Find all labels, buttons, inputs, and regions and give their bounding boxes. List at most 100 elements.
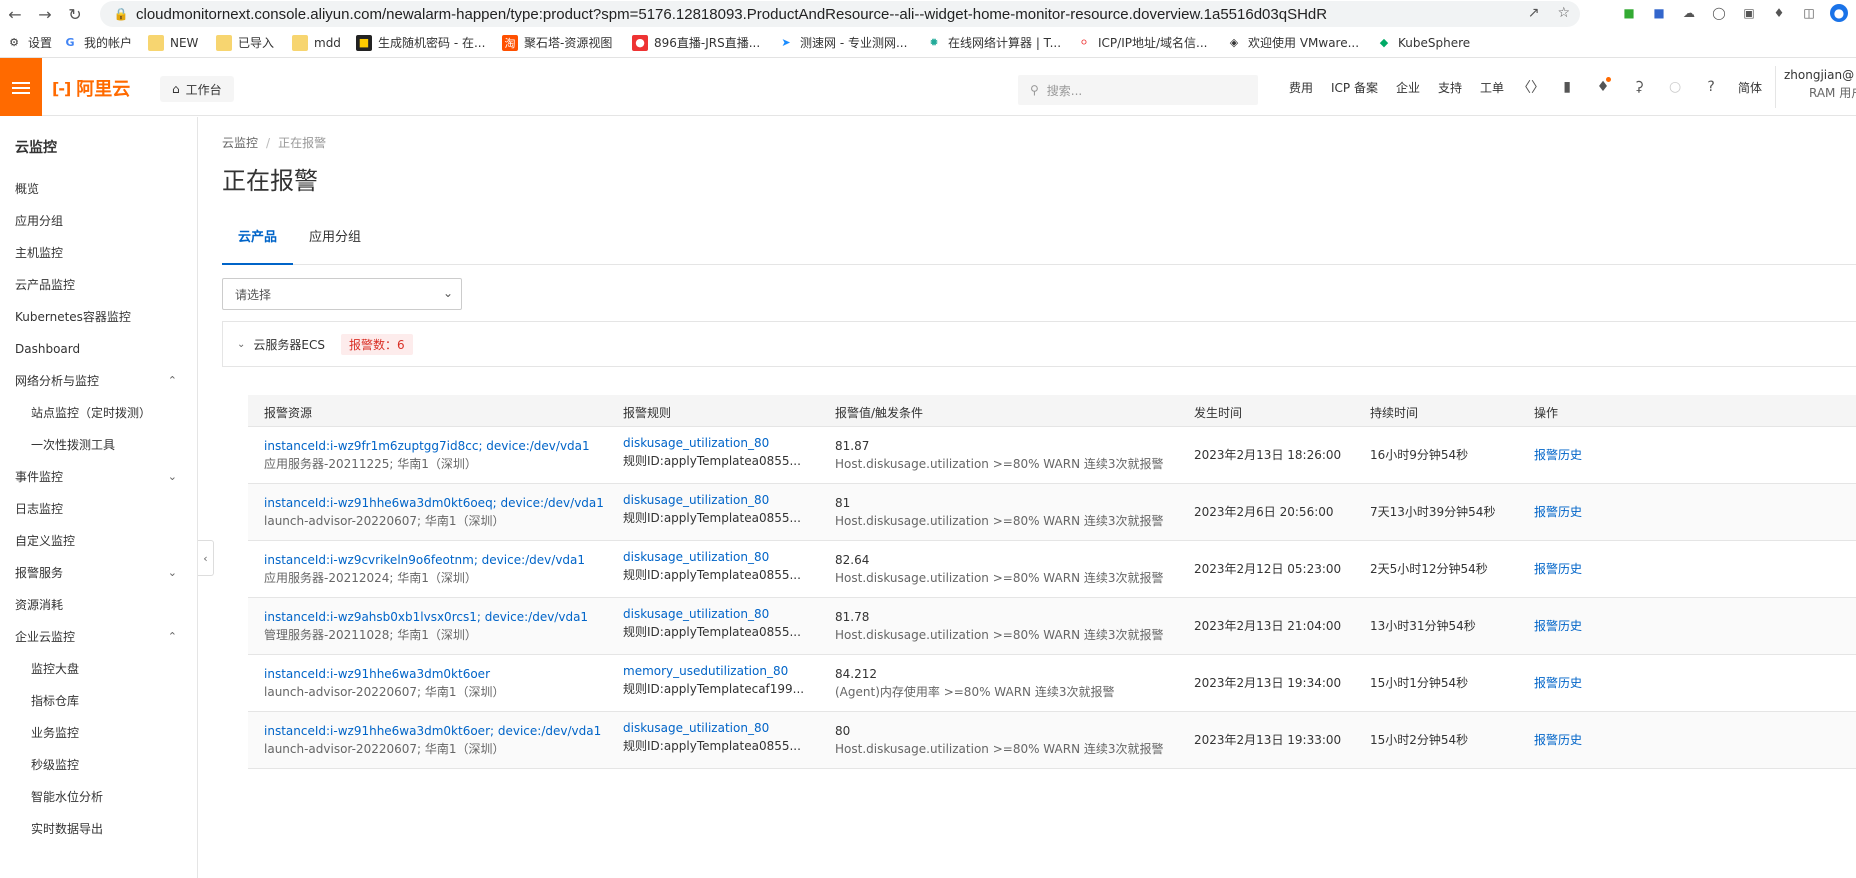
sidebar-item-log-monitor[interactable]: 日志监控	[15, 499, 185, 519]
resource-link[interactable]: instanceId:i-wz9ahsb0xb1lvsx0rcs1; devic…	[264, 608, 588, 626]
bulb-icon[interactable]: ○	[1657, 58, 1693, 116]
rule-link[interactable]: diskusage_utilization_80	[623, 548, 801, 566]
shield-icon[interactable]: ◯	[1710, 4, 1728, 22]
nav-icp[interactable]: ICP 备案	[1322, 79, 1387, 96]
url-bar[interactable]: 🔒 cloudmonitornext.console.aliyun.com/ne…	[100, 1, 1580, 27]
bookmark-item[interactable]: 淘聚石塔-资源视图	[502, 28, 632, 58]
google-icon: G	[65, 36, 75, 49]
cart-icon[interactable]: ⚳	[1621, 58, 1657, 116]
sidebar-item-app-group[interactable]: 应用分组	[15, 211, 185, 231]
column-header: 发生时间	[1194, 406, 1243, 420]
resource-link[interactable]: instanceId:i-wz91hhe6wa3dm0kt6oeq; devic…	[264, 494, 604, 512]
sidebar-item-network[interactable]: 网络分析与监控 ⌃	[15, 371, 185, 391]
resource-link[interactable]: instanceId:i-wz9fr1m6zuptgg7id8cc; devic…	[264, 437, 590, 455]
bell-icon[interactable]: ♦	[1585, 58, 1621, 116]
code-icon[interactable]: 〈〉	[1513, 58, 1549, 116]
puzzle-icon[interactable]: ♦	[1770, 4, 1788, 22]
breadcrumb-item[interactable]: 云监控	[222, 136, 258, 150]
brand-logo[interactable]: [-] 阿里云	[52, 75, 130, 101]
bookmark-item[interactable]: ● 896直播-JRS直播...	[632, 28, 778, 58]
tab-cloud-product[interactable]: 云产品	[222, 223, 294, 265]
alarm-history-link[interactable]: 报警历史	[1534, 674, 1582, 692]
user-menu[interactable]: zhongjian@ RAM 用户	[1775, 66, 1856, 108]
rule-link[interactable]: diskusage_utilization_80	[623, 434, 801, 452]
sidepanel-icon[interactable]: ◫	[1800, 4, 1818, 22]
alarm-history-link[interactable]: 报警历史	[1534, 446, 1582, 464]
sidebar-item-water-level[interactable]: 智能水位分析	[31, 787, 201, 807]
terminal-icon[interactable]: ▮	[1549, 58, 1585, 116]
nav-enterprise[interactable]: 企业	[1387, 79, 1429, 96]
sidebar-item-alarm-service[interactable]: 报警服务 ⌄	[15, 563, 185, 583]
alarm-value: 81.87	[835, 439, 870, 453]
bookmark-item[interactable]: 已导入	[216, 28, 292, 58]
rule-link[interactable]: memory_usedutilization_80	[623, 662, 804, 680]
sidebar-item-event-monitor[interactable]: 事件监控 ⌄	[15, 467, 185, 487]
lock-icon[interactable]: 🔒	[112, 7, 130, 21]
profile-icon[interactable]: ●	[1830, 4, 1848, 22]
alarm-history-link[interactable]: 报警历史	[1534, 560, 1582, 578]
reload-icon[interactable]: ↻	[60, 0, 90, 28]
bookmark-item[interactable]: mdd	[292, 28, 356, 58]
bookmark-item[interactable]: ◆ KubeSphere	[1376, 28, 1486, 58]
sidebar-item-custom-monitor[interactable]: 自定义监控	[15, 531, 185, 551]
star-icon[interactable]: ☆	[1557, 5, 1570, 21]
sidebar-item-data-export[interactable]: 实时数据导出	[31, 819, 201, 839]
menu-icon[interactable]	[0, 58, 42, 116]
nav-ticket[interactable]: 工单	[1471, 79, 1513, 96]
extension-icon[interactable]: ■	[1620, 4, 1638, 22]
bookmark-item[interactable]: ⚙ 设置	[6, 28, 62, 58]
bookmark-item[interactable]: ✹ 在线网络计算器 | T...	[926, 28, 1076, 58]
sidebar-item-host-monitor[interactable]: 主机监控	[15, 243, 185, 263]
cloud-icon[interactable]: ☁	[1680, 4, 1698, 22]
forward-icon[interactable]: →	[30, 0, 60, 28]
sidebar-item-site-monitor[interactable]: 站点监控（定时拨测）	[31, 403, 201, 423]
nav-support[interactable]: 支持	[1429, 79, 1471, 96]
sidebar-item-cloud-product-monitor[interactable]: 云产品监控	[15, 275, 185, 295]
sidebar-item-dashboard[interactable]: Dashboard	[15, 339, 185, 359]
site-icon: ■	[356, 34, 372, 51]
rule-link[interactable]: diskusage_utilization_80	[623, 491, 801, 509]
extensions-bar: ■ ■ ☁ ◯ ▣ ♦ ◫ ●	[1620, 4, 1848, 22]
bookmark-item[interactable]: ◈ 欢迎使用 VMware...	[1226, 28, 1376, 58]
extension-icon[interactable]: ▣	[1740, 4, 1758, 22]
rule-link[interactable]: diskusage_utilization_80	[623, 605, 801, 623]
sidebar-item-one-time-probe[interactable]: 一次性拨测工具	[31, 435, 201, 455]
resource-link[interactable]: instanceId:i-wz9cvrikeln9o6feotnm; devic…	[264, 551, 585, 569]
table-row: instanceId:i-wz91hhe6wa3dm0kt6oer launch-…	[248, 655, 1856, 712]
alarm-history-link[interactable]: 报警历史	[1534, 503, 1582, 521]
sidebar-item-enterprise-monitor[interactable]: 企业云监控 ⌃	[15, 627, 185, 647]
resource-link[interactable]: instanceId:i-wz91hhe6wa3dm0kt6oer; devic…	[264, 722, 601, 740]
sidebar-item-kubernetes[interactable]: Kubernetes容器监控	[15, 307, 185, 327]
help-icon[interactable]: ?	[1693, 58, 1729, 116]
language-switch[interactable]: 简体	[1729, 79, 1771, 96]
share-icon[interactable]: ↗	[1528, 5, 1540, 21]
sidebar-item-resource-usage[interactable]: 资源消耗	[15, 595, 185, 615]
chevron-down-icon[interactable]: ⌄	[237, 339, 245, 350]
back-icon[interactable]: ←	[0, 0, 30, 28]
sidebar-item-business-monitor[interactable]: 业务监控	[31, 723, 201, 743]
tab-app-group[interactable]: 应用分组	[293, 223, 377, 265]
bookmark-item[interactable]: G 我的帐户	[62, 28, 148, 58]
nav-cost[interactable]: 费用	[1280, 79, 1322, 96]
sidebar-item-metric-repo[interactable]: 指标仓库	[31, 691, 201, 711]
resource-link[interactable]: instanceId:i-wz91hhe6wa3dm0kt6oer	[264, 665, 505, 683]
sidebar-item-overview[interactable]: 概览	[15, 179, 185, 199]
filter-select[interactable]: 请选择 ⌄	[222, 278, 462, 310]
alarm-value: 81	[835, 496, 851, 510]
alarm-group-header[interactable]: ⌄ 云服务器ECS 报警数：6	[222, 321, 1856, 367]
workbench-button[interactable]: ⌂ 工作台	[160, 76, 234, 102]
sidebar-item-second-monitor[interactable]: 秒级监控	[31, 755, 201, 775]
search-input[interactable]: ⚲ 搜索...	[1018, 75, 1258, 105]
trigger-condition: Host.diskusage.utilization >=80% WARN 连续…	[835, 742, 1164, 756]
bookmark-item[interactable]: NEW	[148, 28, 216, 58]
alarm-history-link[interactable]: 报警历史	[1534, 731, 1582, 749]
rule-link[interactable]: diskusage_utilization_80	[623, 719, 801, 737]
sidebar-item-monitor-dashboard[interactable]: 监控大盘	[31, 659, 201, 679]
bookmark-item[interactable]: ➤ 测速网 - 专业测网...	[778, 28, 926, 58]
bookmark-item[interactable]: ■ 生成随机密码 - 在...	[356, 28, 502, 58]
bookmark-item[interactable]: ⚪ ICP/IP地址/域名信...	[1076, 28, 1226, 58]
extension-icon[interactable]: ■	[1650, 4, 1668, 22]
gear-icon: ⚙	[9, 36, 19, 49]
url-text[interactable]: cloudmonitornext.console.aliyun.com/newa…	[136, 6, 1327, 23]
alarm-history-link[interactable]: 报警历史	[1534, 617, 1582, 635]
